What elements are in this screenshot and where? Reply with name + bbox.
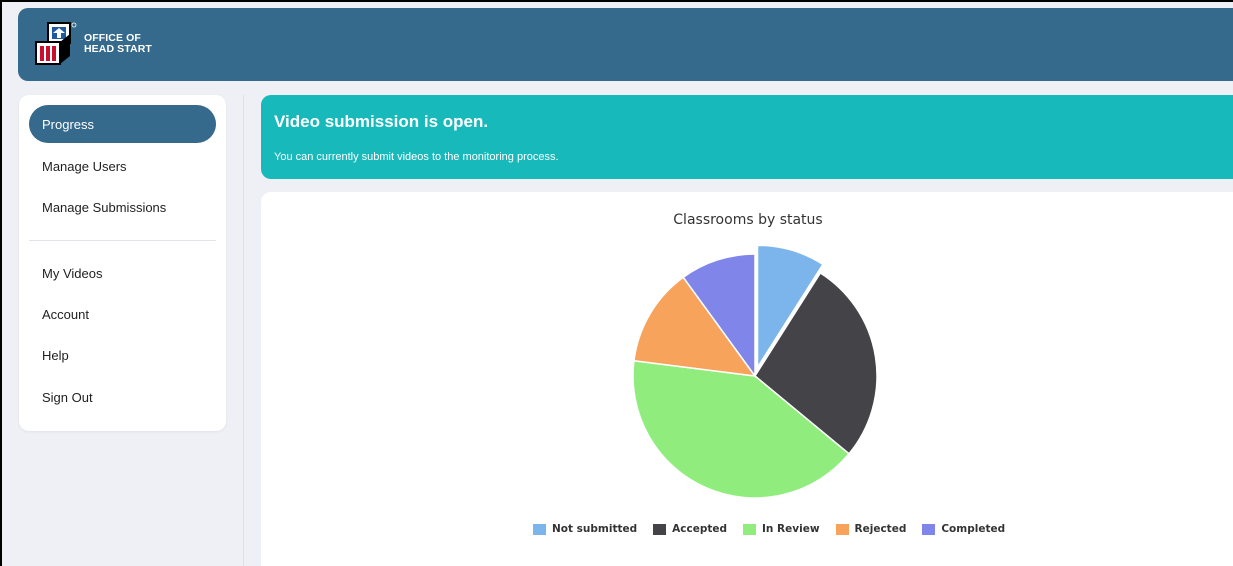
- head-start-blocks-logo-icon: [35, 22, 77, 65]
- sidebar-item-manage-submissions[interactable]: Manage Submissions: [29, 188, 216, 226]
- legend-item-rejected[interactable]: Rejected: [835, 523, 907, 535]
- top-header: OFFICE OF HEAD START: [18, 8, 1233, 81]
- content-divider-line: [243, 95, 244, 566]
- legend-swatch-rejected: [835, 523, 849, 535]
- sidebar-item-sign-out[interactable]: Sign Out: [29, 378, 216, 416]
- banner-message: You can currently submit videos to the m…: [274, 151, 559, 163]
- sidebar-nav: Progress Manage Users Manage Submissions…: [19, 95, 226, 431]
- banner-title: Video submission is open.: [274, 112, 489, 131]
- legend-label-accepted: Accepted: [672, 523, 728, 535]
- legend-swatch-in-review: [743, 523, 757, 535]
- sidebar-item-my-videos[interactable]: My Videos: [29, 254, 216, 292]
- legend-label-completed: Completed: [941, 523, 1006, 535]
- legend-swatch-not-submitted: [533, 523, 546, 535]
- sidebar-item-manage-users[interactable]: Manage Users: [29, 147, 216, 185]
- legend-label-in-review: In Review: [762, 523, 820, 535]
- legend-item-completed[interactable]: Completed: [922, 523, 1005, 535]
- sidebar-item-account[interactable]: Account: [29, 295, 216, 333]
- sidebar-item-progress[interactable]: Progress: [29, 105, 216, 143]
- legend-swatch-completed: [922, 523, 936, 535]
- logo-text: OFFICE OF HEAD START: [84, 33, 152, 55]
- submission-status-banner: Video submission is open. You can curren…: [261, 95, 1233, 179]
- sidebar-item-help[interactable]: Help: [29, 336, 216, 374]
- sidebar-divider: [29, 240, 216, 241]
- legend-swatch-accepted: [653, 523, 667, 535]
- legend-item-in-review[interactable]: In Review: [743, 523, 820, 535]
- chart-legend: Not submitted Accepted In Review Rejected Co…: [533, 523, 1021, 535]
- legend-item-accepted[interactable]: Accepted: [653, 523, 727, 535]
- chart-card: Classrooms by status Not submitted Accept…: [261, 192, 1233, 566]
- legend-label-rejected: Rejected: [854, 523, 907, 535]
- office-of-head-start-logo[interactable]: OFFICE OF HEAD START: [34, 20, 152, 68]
- legend-label-not-submitted: Not submitted: [552, 523, 638, 535]
- pie-chart: [632, 244, 878, 499]
- legend-item-not-submitted[interactable]: Not submitted: [533, 523, 637, 535]
- logo-line-2: HEAD START: [84, 43, 152, 55]
- app-frame: OFFICE OF HEAD START Progress Manage Use…: [0, 0, 1233, 566]
